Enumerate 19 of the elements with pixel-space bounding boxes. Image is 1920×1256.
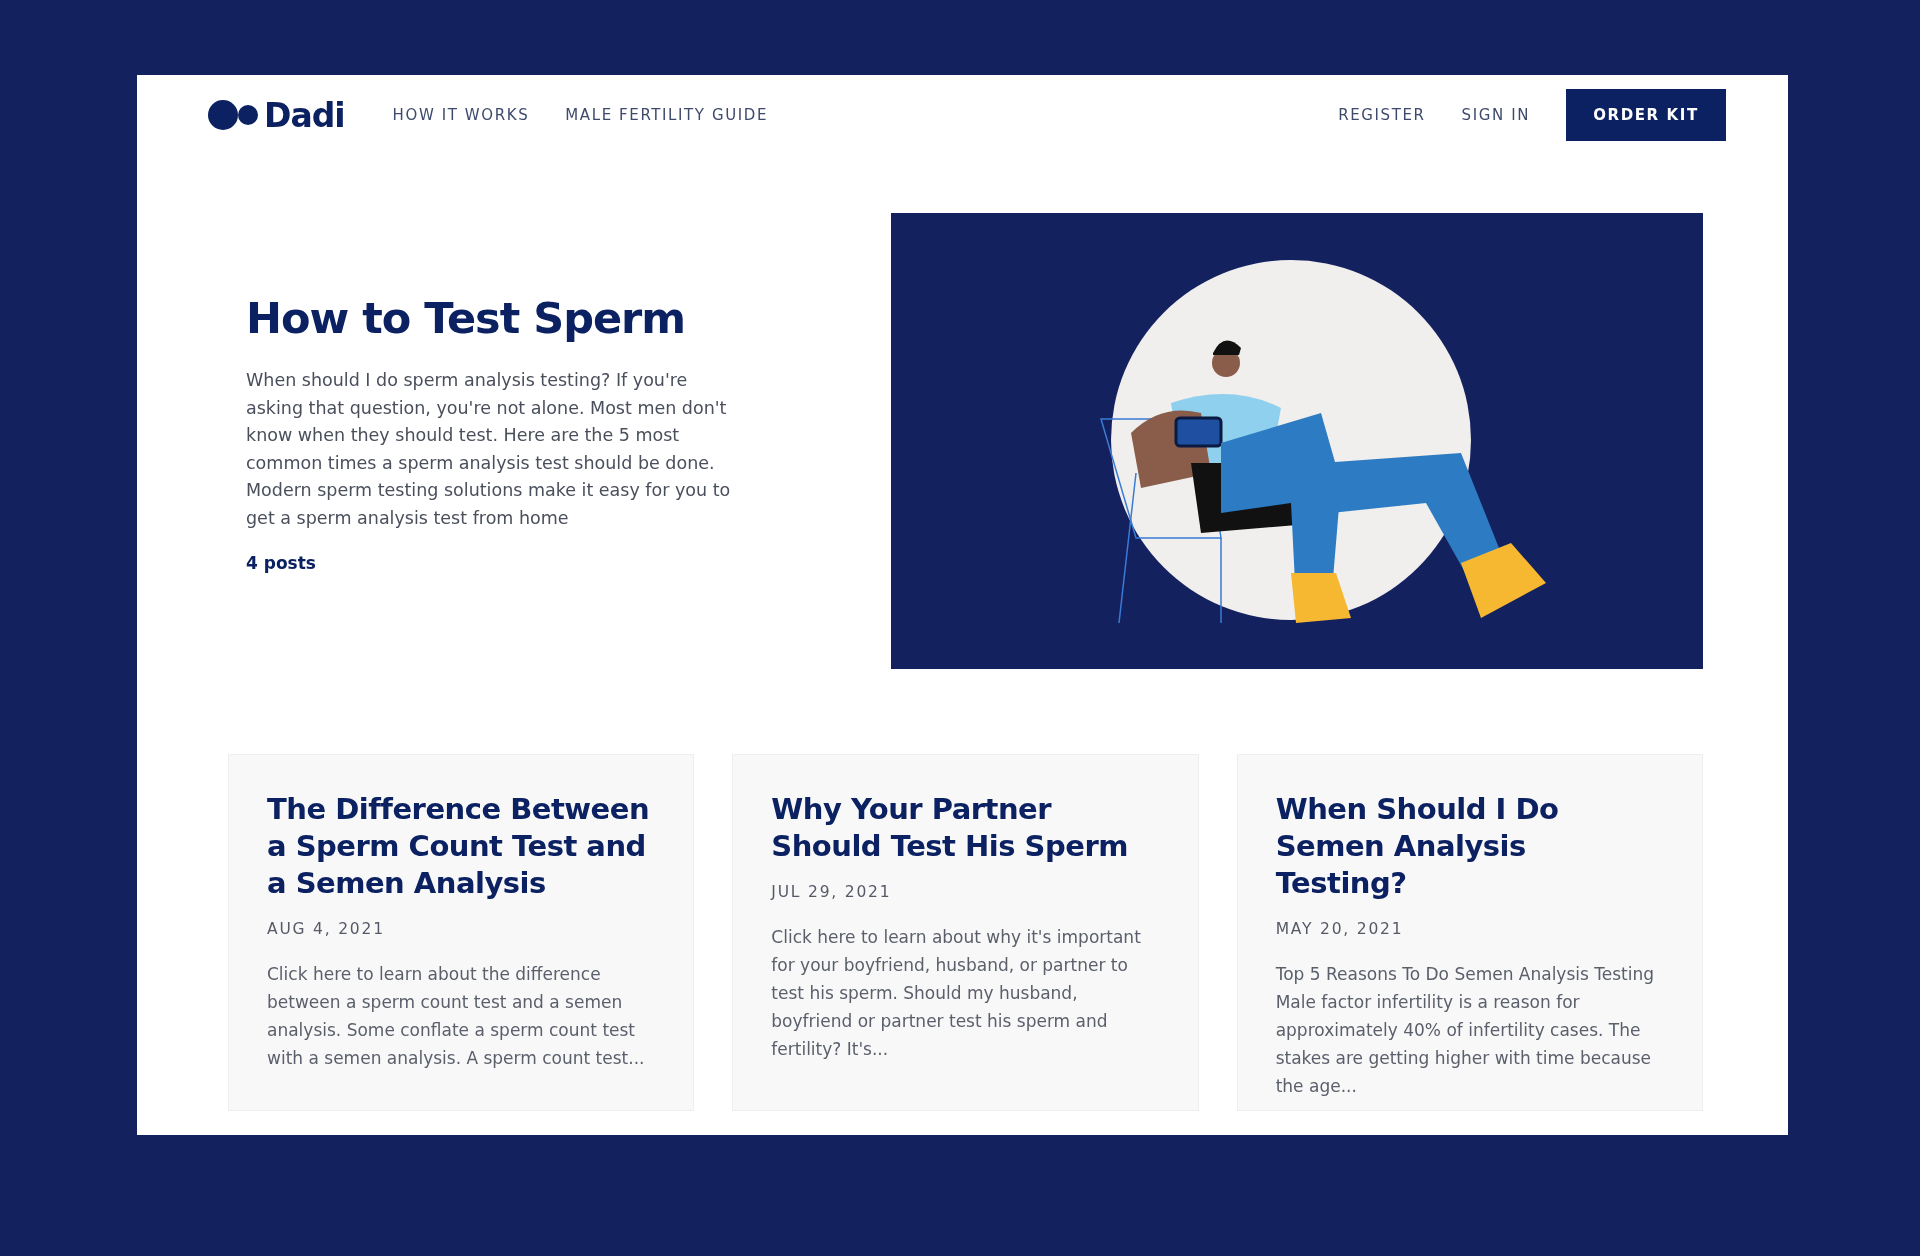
nav-link[interactable]: HOW IT WORKS [392,106,530,124]
posts-count-link[interactable]: 4 posts [246,552,736,573]
nav-link[interactable]: MALE FERTILITY GUIDE [565,106,769,124]
order-kit-button[interactable]: ORDER KIT [1566,89,1726,141]
logo-icon [208,100,258,130]
post-date: JUL 29, 2021 [771,883,893,901]
post-excerpt: Click here to learn about the difference between a sperm count test and a semen analysis. Some conflate a sperm count test with a semen analysis. A sperm count test... [267,963,646,1070]
post-title[interactable]: The Difference Between a Sperm Count Test and a Semen Analysis [267,791,656,902]
post-title[interactable]: When Should I Do Semen Analysis Testing? [1275,791,1664,902]
description: When should I do sperm analysis testing? If you're asking that question, you're not alone. Most men don't know when they should test. Here are the 5 most common times a sperm analysis test should be done. Modern sperm testing solutions make it easy for you to get a sperm analysis test from home [246,369,732,530]
post-title[interactable]: Why Your Partner Should Test His Sperm [771,791,1160,865]
nav-link[interactable]: SIGN IN [1461,106,1530,124]
nav-link[interactable]: REGISTER [1338,106,1426,124]
page-title: How to Test Sperm [246,293,687,343]
logo-text[interactable]: Dadi [264,95,345,135]
post-excerpt: Click here to learn about why it's important for your boyfriend, husband, or partner to test his sperm. Should my husband, boyfriend or partner test his sperm and fertility? It's... [771,926,1142,1061]
post-date: MAY 20, 2021 [1275,920,1405,938]
post-date: AUG 4, 2021 [267,920,386,938]
post-excerpt: Top 5 Reasons To Do Semen Analysis Testing Male factor infertility is a reason for approximately 40% of infertility cases. The stakes are getting higher with time because the age... [1275,963,1656,1098]
